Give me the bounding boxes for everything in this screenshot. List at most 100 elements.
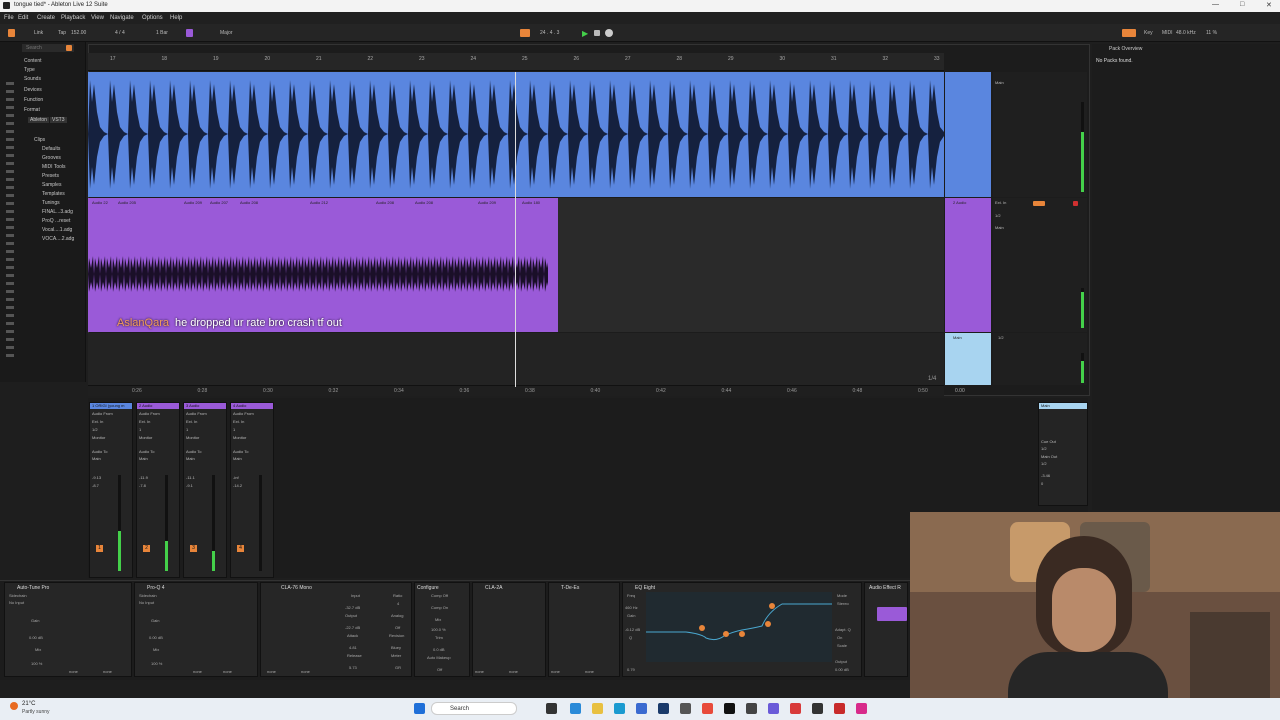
minimize-icon[interactable]: — (1212, 1, 1219, 8)
browser-sidebar-icons[interactable] (4, 82, 18, 372)
track-activator[interactable]: 2 (143, 545, 150, 552)
ableton-menu-icon[interactable] (8, 29, 15, 37)
track-2-arm-button[interactable] (1073, 201, 1078, 206)
app-icon[interactable] (856, 703, 867, 714)
tempo-field[interactable]: 152.00 (71, 30, 86, 36)
mixer-strip-2[interactable]: 2 Audio Audio From Ext. In 1 Monitor Aud… (136, 402, 180, 578)
app-icon[interactable] (834, 703, 845, 714)
menu-options[interactable]: Options (142, 15, 163, 21)
app-icon[interactable] (790, 703, 801, 714)
menu-navigate[interactable]: Navigate (110, 15, 134, 21)
quantize-menu[interactable]: 1 Bar (156, 30, 168, 36)
menu-playback[interactable]: Playback (61, 15, 85, 21)
menu-file[interactable]: File (4, 15, 14, 21)
track-2-number[interactable] (1033, 201, 1045, 206)
app-icon[interactable] (658, 703, 669, 714)
track-1-lane[interactable] (88, 72, 944, 197)
app-icon[interactable] (680, 703, 691, 714)
scale-mode-button[interactable] (186, 29, 193, 37)
play-icon[interactable]: ▶ (582, 29, 588, 38)
eq-curve-display[interactable] (646, 592, 832, 662)
volume-value[interactable]: -11.9 (139, 475, 148, 480)
menu-edit[interactable]: Edit (18, 15, 28, 21)
close-icon[interactable]: ✕ (1266, 1, 1272, 9)
folder-midi-tools[interactable]: MIDI Tools (42, 164, 66, 170)
mixer-strip-3[interactable]: 3 Audio Audio From Ext. In 1 Monitor Aud… (183, 402, 227, 578)
volume-value[interactable]: -11.1 (186, 475, 195, 480)
device-auto-tune[interactable]: Auto-Tune Pro Sidechain No Input Gain 0.… (4, 582, 132, 677)
ableton-taskbar-icon[interactable] (724, 703, 735, 714)
track-activator[interactable]: 1 (96, 545, 103, 552)
volume-value[interactable]: -inf (233, 475, 239, 480)
folder-samples[interactable]: Samples (42, 182, 61, 188)
grid-quantize[interactable]: 1/4 (928, 376, 936, 382)
filter-content[interactable]: Content (24, 58, 42, 64)
folder-tunings[interactable]: Tunings (42, 200, 60, 206)
folder-defaults[interactable]: Defaults (42, 146, 60, 152)
folder-presets[interactable]: Presets (42, 173, 59, 179)
beat-ruler[interactable]: 17 18 19 20 21 22 23 24 25 26 27 28 29 30 31 32 33 (88, 53, 944, 71)
folder-icon[interactable] (66, 45, 72, 51)
folder-clips[interactable]: Clips (34, 137, 45, 143)
weather-temp[interactable]: 21°C (22, 701, 35, 707)
filter-format[interactable]: Format (24, 107, 40, 113)
track-1-header[interactable] (945, 72, 991, 197)
edge-icon[interactable] (614, 703, 625, 714)
weather-condition[interactable]: Partly sunny (22, 709, 50, 715)
filter-ableton[interactable]: Ableton (28, 117, 49, 123)
link-button[interactable]: Link (34, 30, 43, 36)
app-icon[interactable] (812, 703, 823, 714)
file-item[interactable]: ProQ ...reset (42, 218, 70, 224)
follow-button[interactable] (520, 29, 530, 37)
filter-sounds[interactable]: Sounds (24, 76, 41, 82)
main-mixer-strip[interactable]: Main Cue Out 1/2 Main Out 1/2 -3.46 0 (1038, 402, 1088, 506)
folder-grooves[interactable]: Grooves (42, 155, 61, 161)
file-item[interactable]: VOCA....2.adg (42, 236, 74, 242)
file-item[interactable]: Vocal....1.adg (42, 227, 72, 233)
volume-value[interactable]: -3.46 (1041, 473, 1050, 478)
key-map-button[interactable]: Key (1144, 30, 1153, 36)
device-pro-q[interactable]: Pro-Q 4 Sidechain No Input Gain 0.00 dB … (134, 582, 258, 677)
stop-icon[interactable] (594, 30, 600, 36)
mixer-strip-1[interactable]: 1 ORIGI (young m Audio From Ext. In 1/2 … (89, 402, 133, 578)
filter-function[interactable]: Function (24, 97, 43, 103)
track-activator[interactable]: 3 (190, 545, 197, 552)
rack-chain[interactable] (877, 607, 907, 621)
main-track-header[interactable]: Main (945, 333, 991, 385)
zoom-value[interactable]: 0.00 (955, 388, 965, 394)
device-audio-effect-rack[interactable]: Audio Effect R (864, 582, 908, 677)
start-icon[interactable] (414, 703, 425, 714)
folder-templates[interactable]: Templates (42, 191, 65, 197)
app-icon[interactable] (746, 703, 757, 714)
track-2-lane[interactable] (88, 198, 558, 332)
track-activator[interactable]: 4 (237, 545, 244, 552)
device-configure[interactable]: Configure Comp Off Comp On Mix 100.0 % T… (414, 582, 470, 677)
volume-value[interactable]: -9.13 (92, 475, 101, 480)
filter-devices[interactable]: Devices (24, 87, 42, 93)
device-cla-2a[interactable]: CLA-2A none none (472, 582, 546, 677)
device-cla-76[interactable]: CLA-76 Mono Input -32.7 dB Output -22.7 … (260, 582, 412, 677)
midi-map-button[interactable]: MIDI (1162, 30, 1173, 36)
discord-icon[interactable] (768, 703, 779, 714)
track-2-header[interactable]: 2 Audio (945, 198, 991, 332)
tap-button[interactable]: Tap (58, 30, 66, 36)
time-signature[interactable]: 4 / 4 (115, 30, 125, 36)
track-2-empty-area[interactable] (558, 198, 944, 332)
pencil-icon[interactable] (1122, 29, 1136, 37)
time-ruler[interactable]: 0:26 0:28 0:30 0:32 0:34 0:36 0:38 0:40 0:42 0:44… (88, 385, 944, 396)
main-track-lane[interactable] (88, 333, 944, 385)
maximize-icon[interactable]: □ (1240, 1, 1244, 8)
task-view-icon[interactable] (546, 703, 557, 714)
file-explorer-icon[interactable] (592, 703, 603, 714)
app-icon[interactable] (636, 703, 647, 714)
store-icon[interactable] (570, 703, 581, 714)
weather-icon[interactable] (10, 702, 18, 710)
filter-type[interactable]: Type (24, 67, 35, 73)
record-icon[interactable] (605, 29, 613, 37)
key-selector[interactable]: Major (220, 30, 233, 36)
filter-vst3[interactable]: VST3 (50, 117, 67, 123)
taskbar-search[interactable]: Search (431, 702, 517, 715)
chrome-icon[interactable] (702, 703, 713, 714)
mixer-strip-4[interactable]: 4 Audio Audio From Ext. In 1 Monitor Aud… (230, 402, 274, 578)
menu-help[interactable]: Help (170, 15, 182, 21)
